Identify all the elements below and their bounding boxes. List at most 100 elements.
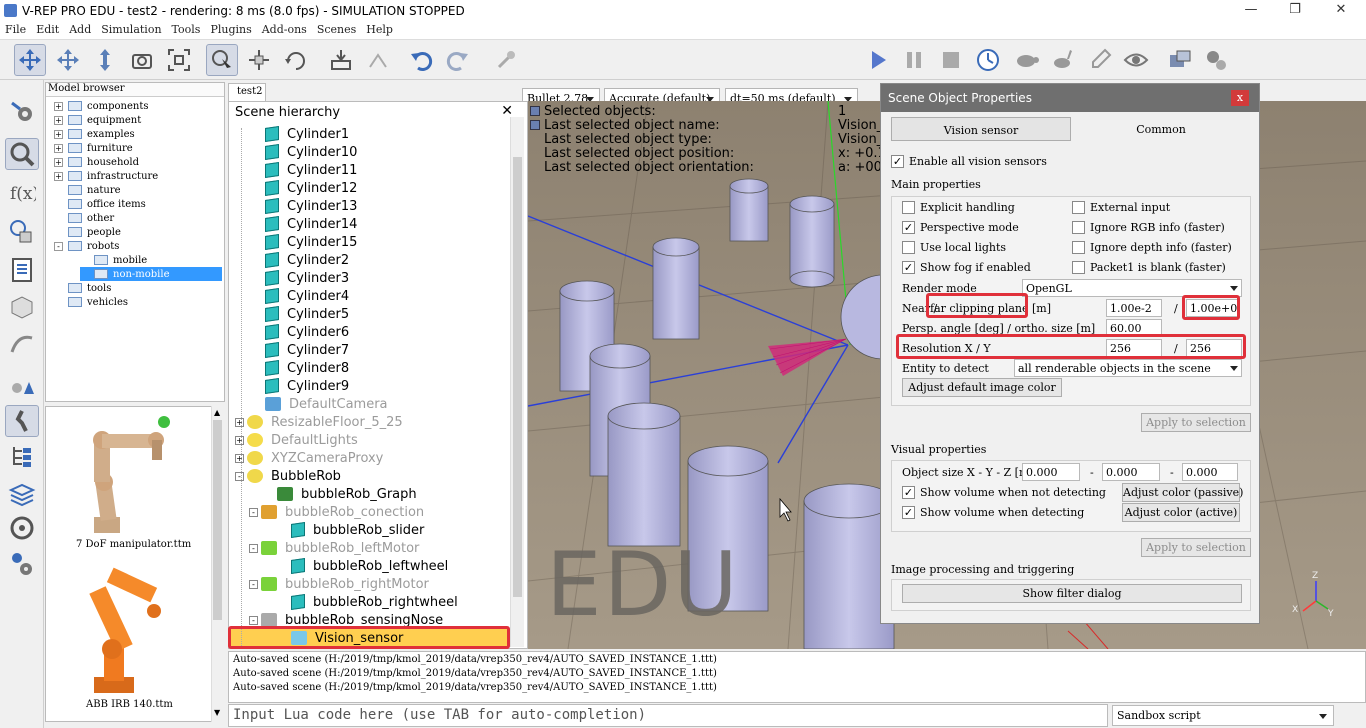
hierarchy-item[interactable]: Cylinder15 xyxy=(265,233,357,251)
hierarchy-item[interactable]: - BubbleRob xyxy=(235,467,341,485)
packet1-blank-checkbox[interactable] xyxy=(1072,261,1085,274)
hierarchy-item[interactable]: bubbleRob_Graph xyxy=(277,485,417,503)
menu-help[interactable]: Help xyxy=(361,22,398,37)
hierarchy-item[interactable]: Cylinder12 xyxy=(265,179,357,197)
script-type-select[interactable]: Sandbox script xyxy=(1112,705,1334,726)
menu-simulation[interactable]: Simulation xyxy=(96,22,166,37)
model-folder-item[interactable]: + components xyxy=(54,99,148,113)
fit-to-view-icon[interactable] xyxy=(163,44,195,76)
adjust-default-color-button[interactable]: Adjust default image color xyxy=(902,378,1062,397)
menu-file[interactable]: File xyxy=(0,22,31,37)
scroll-thumb[interactable] xyxy=(513,157,522,597)
menu-scenes[interactable]: Scenes xyxy=(312,22,361,37)
ignore-depth-checkbox[interactable] xyxy=(1072,241,1085,254)
play-icon[interactable] xyxy=(862,44,894,76)
lua-input-field[interactable]: Input Lua code here (use TAB for auto-co… xyxy=(228,704,1108,727)
expand-toggle-icon[interactable]: + xyxy=(54,171,63,181)
user-settings-gear-icon[interactable] xyxy=(5,548,39,580)
apply-to-selection-button[interactable]: Apply to selection xyxy=(1141,538,1251,557)
scroll-thumb[interactable] xyxy=(213,420,222,620)
resolution-x-input[interactable]: 256 xyxy=(1106,339,1162,357)
scene-hierarchy-toggle-icon[interactable] xyxy=(5,440,39,472)
selection-icon[interactable] xyxy=(5,138,39,170)
enable-all-checkbox[interactable]: ✓ xyxy=(891,155,904,168)
hierarchy-item[interactable]: - bubbleRob_conection xyxy=(249,503,424,521)
expand-toggle-icon[interactable]: + xyxy=(235,435,244,445)
shape-edit-icon[interactable] xyxy=(5,290,39,322)
model-folder-item[interactable]: non-mobile xyxy=(80,267,222,281)
layers-icon[interactable] xyxy=(5,478,39,510)
hierarchy-item[interactable]: bubbleRob_slider xyxy=(291,521,424,539)
explicit-handling-checkbox[interactable] xyxy=(902,201,915,214)
assemble-icon[interactable] xyxy=(325,44,357,76)
manipulator-thumbnail-icon[interactable] xyxy=(64,412,184,540)
dialog-close-button[interactable]: x xyxy=(1231,90,1249,106)
speed-up-icon[interactable] xyxy=(1047,44,1079,76)
camera-rotate-icon[interactable] xyxy=(52,44,84,76)
slow-down-icon[interactable] xyxy=(1010,44,1042,76)
expand-toggle-icon[interactable]: + xyxy=(54,115,63,125)
hierarchy-item[interactable]: Cylinder13 xyxy=(265,197,357,215)
close-window-icon[interactable]: ✕ xyxy=(1326,2,1356,20)
hierarchy-item[interactable]: Cylinder6 xyxy=(265,323,349,341)
size-x-input[interactable]: 0.000 xyxy=(1022,463,1080,481)
near-clipping-input[interactable]: 1.00e-2 xyxy=(1106,299,1162,317)
persp-angle-input[interactable]: 60.00 xyxy=(1106,319,1162,337)
hierarchy-item[interactable]: Cylinder10 xyxy=(265,143,357,161)
object-rotate-icon[interactable] xyxy=(280,44,312,76)
camera-shift-icon[interactable] xyxy=(89,44,121,76)
adjust-color-passive-button[interactable]: Adjust color (passive) xyxy=(1122,483,1243,502)
hierarchy-item[interactable]: Cylinder2 xyxy=(265,251,349,269)
tab-test2[interactable]: test2 xyxy=(228,83,266,101)
hierarchy-item[interactable]: Cylinder5 xyxy=(265,305,349,323)
apply-to-selection-button[interactable]: Apply to selection xyxy=(1141,413,1251,432)
tab-vision-sensor[interactable]: Vision sensor xyxy=(891,117,1071,141)
model-folder-item[interactable]: + furniture xyxy=(54,141,133,155)
model-folder-item[interactable]: nature xyxy=(54,183,121,197)
hierarchy-item[interactable]: Cylinder1 xyxy=(265,125,349,143)
tab-common[interactable]: Common xyxy=(1073,117,1249,141)
video-recorder-icon[interactable] xyxy=(5,512,39,544)
hierarchy-item[interactable]: Vision_sensor xyxy=(229,629,509,647)
undo-icon[interactable] xyxy=(405,44,437,76)
hierarchy-item[interactable]: - bubbleRob_rightMotor xyxy=(249,575,429,593)
path-edit-icon[interactable] xyxy=(5,328,39,360)
size-y-input[interactable]: 0.000 xyxy=(1102,463,1160,481)
info-toggle-icon[interactable] xyxy=(530,106,540,116)
camera-opening-icon[interactable] xyxy=(126,44,158,76)
expand-toggle-icon[interactable]: + xyxy=(54,101,63,111)
hierarchy-item[interactable]: Cylinder4 xyxy=(265,287,349,305)
model-folder-item[interactable]: + examples xyxy=(54,127,135,141)
minimize-icon[interactable]: — xyxy=(1236,2,1266,20)
hierarchy-item[interactable]: Cylinder14 xyxy=(265,215,357,233)
menu-plugins[interactable]: Plugins xyxy=(205,22,256,37)
model-folder-item[interactable]: + infrastructure xyxy=(54,169,158,183)
expand-toggle-icon[interactable]: + xyxy=(54,143,63,153)
expand-toggle-icon[interactable]: - xyxy=(249,615,258,625)
expand-toggle-icon[interactable]: + xyxy=(54,157,63,167)
collections-icon[interactable] xyxy=(5,216,39,248)
calculation-modules-icon[interactable]: f(x) xyxy=(5,176,39,208)
expand-toggle-icon[interactable]: - xyxy=(235,471,244,481)
model-folder-item[interactable]: vehicles xyxy=(54,295,128,309)
scene-settings-icon[interactable] xyxy=(1164,44,1196,76)
simulation-settings-icon[interactable] xyxy=(5,95,39,127)
click-select-icon[interactable] xyxy=(206,44,238,76)
perspective-mode-checkbox[interactable]: ✓ xyxy=(902,221,915,234)
hierarchy-item[interactable]: Cylinder3 xyxy=(265,269,349,287)
info-toggle-icon[interactable] xyxy=(530,120,540,130)
expand-toggle-icon[interactable]: - xyxy=(249,579,258,589)
expand-toggle-icon[interactable]: + xyxy=(235,417,244,427)
expand-toggle-icon[interactable]: + xyxy=(235,453,244,463)
model-folder-item[interactable]: - robots xyxy=(54,239,119,253)
scroll-up-icon[interactable]: ▲ xyxy=(214,408,220,417)
use-local-lights-checkbox[interactable] xyxy=(902,241,915,254)
camera-pan-icon[interactable] xyxy=(14,44,46,76)
realtime-icon[interactable] xyxy=(972,44,1004,76)
model-folder-item[interactable]: mobile xyxy=(80,253,147,267)
ignore-rgb-checkbox[interactable] xyxy=(1072,221,1085,234)
show-filter-dialog-button[interactable]: Show filter dialog xyxy=(902,584,1242,603)
hierarchy-item[interactable]: + XYZCameraProxy xyxy=(235,449,383,467)
model-folder-item[interactable]: office items xyxy=(54,197,146,211)
show-fog-checkbox[interactable]: ✓ xyxy=(902,261,915,274)
